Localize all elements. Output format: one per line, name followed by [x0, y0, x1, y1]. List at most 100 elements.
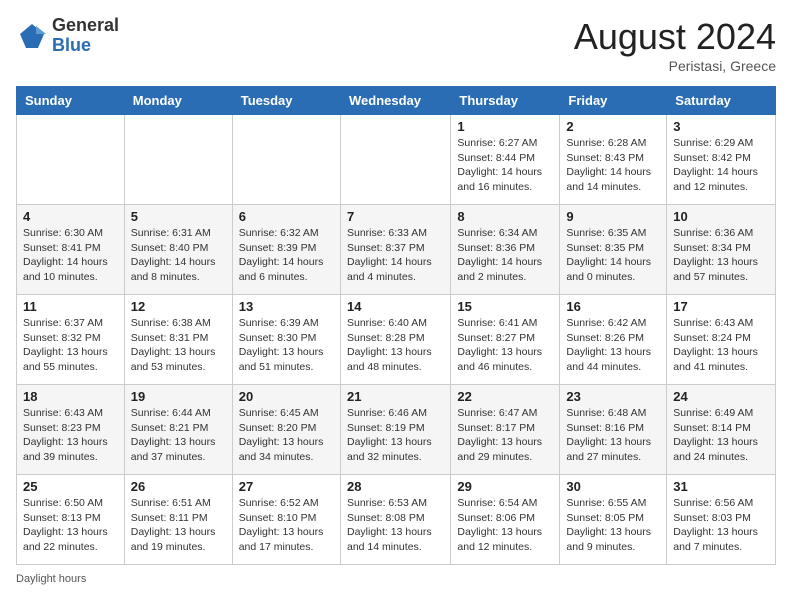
day-info: Sunrise: 6:39 AM Sunset: 8:30 PM Dayligh…: [239, 316, 334, 375]
calendar-cell: 5 Sunrise: 6:31 AM Sunset: 8:40 PM Daylig…: [124, 205, 232, 295]
day-info: Sunrise: 6:41 AM Sunset: 8:27 PM Dayligh…: [457, 316, 553, 375]
calendar-cell: [232, 115, 340, 205]
logo-blue-text: Blue: [52, 36, 119, 56]
day-number: 18: [23, 389, 118, 404]
calendar-day-header: Thursday: [451, 87, 560, 115]
day-number: 10: [673, 209, 769, 224]
logo: General Blue: [16, 16, 119, 56]
day-info: Sunrise: 6:37 AM Sunset: 8:32 PM Dayligh…: [23, 316, 118, 375]
day-number: 15: [457, 299, 553, 314]
calendar-cell: 11Sunrise: 6:37 AM Sunset: 8:32 PM Dayli…: [17, 295, 125, 385]
calendar-cell: 13Sunrise: 6:39 AM Sunset: 8:30 PM Dayli…: [232, 295, 340, 385]
day-info: Sunrise: 6:49 AM Sunset: 8:14 PM Dayligh…: [673, 406, 769, 465]
day-info: Sunrise: 6:31 AM Sunset: 8:40 PM Dayligh…: [131, 226, 226, 285]
day-info: Sunrise: 6:46 AM Sunset: 8:19 PM Dayligh…: [347, 406, 444, 465]
calendar-day-header: Wednesday: [340, 87, 450, 115]
footer-note: Daylight hours: [16, 573, 776, 585]
day-info: Sunrise: 6:38 AM Sunset: 8:31 PM Dayligh…: [131, 316, 226, 375]
day-number: 27: [239, 479, 334, 494]
calendar-cell: 14 Sunrise: 6:40 AM Sunset: 8:28 PM Dayli…: [340, 295, 450, 385]
calendar-cell: 10 Sunrise: 6:36 AM Sunset: 8:34 PM Dayli…: [667, 205, 776, 295]
calendar-cell: 26 Sunrise: 6:51 AM Sunset: 8:11 PM Dayli…: [124, 475, 232, 565]
calendar-cell: 15 Sunrise: 6:41 AM Sunset: 8:27 PM Dayli…: [451, 295, 560, 385]
calendar-cell: 16Sunrise: 6:42 AM Sunset: 8:26 PM Dayli…: [560, 295, 667, 385]
day-number: 2: [566, 119, 660, 134]
calendar-day-header: Sunday: [17, 87, 125, 115]
calendar-week-row: 1 Sunrise: 6:27 AM Sunset: 8:44 PM Daylig…: [17, 115, 776, 205]
day-number: 6: [239, 209, 334, 224]
logo-icon: [16, 20, 48, 52]
calendar-cell: 1 Sunrise: 6:27 AM Sunset: 8:44 PM Daylig…: [451, 115, 560, 205]
day-info: Sunrise: 6:29 AM Sunset: 8:42 PM Dayligh…: [673, 136, 769, 195]
day-info: Sunrise: 6:51 AM Sunset: 8:11 PM Dayligh…: [131, 496, 226, 555]
calendar-cell: 7 Sunrise: 6:33 AM Sunset: 8:37 PM Daylig…: [340, 205, 450, 295]
day-info: Sunrise: 6:52 AM Sunset: 8:10 PM Dayligh…: [239, 496, 334, 555]
day-number: 30: [566, 479, 660, 494]
month-year-title: August 2024: [574, 16, 776, 58]
day-number: 22: [457, 389, 553, 404]
calendar-header-row: SundayMondayTuesdayWednesdayThursdayFrid…: [17, 87, 776, 115]
calendar-cell: 4 Sunrise: 6:30 AM Sunset: 8:41 PM Daylig…: [17, 205, 125, 295]
day-info: Sunrise: 6:33 AM Sunset: 8:37 PM Dayligh…: [347, 226, 444, 285]
calendar-week-row: 4 Sunrise: 6:30 AM Sunset: 8:41 PM Daylig…: [17, 205, 776, 295]
calendar-week-row: 25Sunrise: 6:50 AM Sunset: 8:13 PM Dayli…: [17, 475, 776, 565]
day-info: Sunrise: 6:55 AM Sunset: 8:05 PM Dayligh…: [566, 496, 660, 555]
calendar-day-header: Saturday: [667, 87, 776, 115]
day-number: 24: [673, 389, 769, 404]
day-number: 29: [457, 479, 553, 494]
day-number: 23: [566, 389, 660, 404]
calendar-cell: 27 Sunrise: 6:52 AM Sunset: 8:10 PM Dayli…: [232, 475, 340, 565]
calendar-cell: 30 Sunrise: 6:55 AM Sunset: 8:05 PM Dayli…: [560, 475, 667, 565]
day-info: Sunrise: 6:27 AM Sunset: 8:44 PM Dayligh…: [457, 136, 553, 195]
day-info: Sunrise: 6:45 AM Sunset: 8:20 PM Dayligh…: [239, 406, 334, 465]
page-header: General Blue August 2024 Peristasi, Gree…: [16, 16, 776, 74]
day-info: Sunrise: 6:28 AM Sunset: 8:43 PM Dayligh…: [566, 136, 660, 195]
day-number: 7: [347, 209, 444, 224]
day-number: 25: [23, 479, 118, 494]
day-info: Sunrise: 6:43 AM Sunset: 8:24 PM Dayligh…: [673, 316, 769, 375]
calendar-cell: 8 Sunrise: 6:34 AM Sunset: 8:36 PM Daylig…: [451, 205, 560, 295]
calendar-cell: 21Sunrise: 6:46 AM Sunset: 8:19 PM Dayli…: [340, 385, 450, 475]
calendar-week-row: 11Sunrise: 6:37 AM Sunset: 8:32 PM Dayli…: [17, 295, 776, 385]
day-number: 14: [347, 299, 444, 314]
calendar-cell: 2 Sunrise: 6:28 AM Sunset: 8:43 PM Daylig…: [560, 115, 667, 205]
calendar-cell: 29 Sunrise: 6:54 AM Sunset: 8:06 PM Dayli…: [451, 475, 560, 565]
day-info: Sunrise: 6:34 AM Sunset: 8:36 PM Dayligh…: [457, 226, 553, 285]
day-info: Sunrise: 6:40 AM Sunset: 8:28 PM Dayligh…: [347, 316, 444, 375]
day-number: 26: [131, 479, 226, 494]
day-info: Sunrise: 6:54 AM Sunset: 8:06 PM Dayligh…: [457, 496, 553, 555]
calendar-week-row: 18 Sunrise: 6:43 AM Sunset: 8:23 PM Dayli…: [17, 385, 776, 475]
calendar-cell: 31Sunrise: 6:56 AM Sunset: 8:03 PM Dayli…: [667, 475, 776, 565]
day-info: Sunrise: 6:53 AM Sunset: 8:08 PM Dayligh…: [347, 496, 444, 555]
calendar-cell: [340, 115, 450, 205]
calendar-cell: 12Sunrise: 6:38 AM Sunset: 8:31 PM Dayli…: [124, 295, 232, 385]
location-text: Peristasi, Greece: [574, 58, 776, 74]
day-number: 17: [673, 299, 769, 314]
title-area: August 2024 Peristasi, Greece: [574, 16, 776, 74]
day-info: Sunrise: 6:43 AM Sunset: 8:23 PM Dayligh…: [23, 406, 118, 465]
day-number: 8: [457, 209, 553, 224]
day-info: Sunrise: 6:36 AM Sunset: 8:34 PM Dayligh…: [673, 226, 769, 285]
calendar-cell: 6 Sunrise: 6:32 AM Sunset: 8:39 PM Daylig…: [232, 205, 340, 295]
day-info: Sunrise: 6:30 AM Sunset: 8:41 PM Dayligh…: [23, 226, 118, 285]
day-info: Sunrise: 6:47 AM Sunset: 8:17 PM Dayligh…: [457, 406, 553, 465]
day-info: Sunrise: 6:32 AM Sunset: 8:39 PM Dayligh…: [239, 226, 334, 285]
calendar-day-header: Friday: [560, 87, 667, 115]
day-number: 19: [131, 389, 226, 404]
calendar-cell: [124, 115, 232, 205]
day-info: Sunrise: 6:48 AM Sunset: 8:16 PM Dayligh…: [566, 406, 660, 465]
day-number: 4: [23, 209, 118, 224]
calendar-cell: 9Sunrise: 6:35 AM Sunset: 8:35 PM Daylig…: [560, 205, 667, 295]
logo-general-text: General: [52, 16, 119, 36]
calendar-cell: 19Sunrise: 6:44 AM Sunset: 8:21 PM Dayli…: [124, 385, 232, 475]
day-number: 1: [457, 119, 553, 134]
calendar-cell: 3Sunrise: 6:29 AM Sunset: 8:42 PM Daylig…: [667, 115, 776, 205]
day-number: 16: [566, 299, 660, 314]
calendar-cell: 18 Sunrise: 6:43 AM Sunset: 8:23 PM Dayli…: [17, 385, 125, 475]
day-number: 5: [131, 209, 226, 224]
calendar-cell: 23 Sunrise: 6:48 AM Sunset: 8:16 PM Dayli…: [560, 385, 667, 475]
calendar-day-header: Monday: [124, 87, 232, 115]
calendar-cell: 17 Sunrise: 6:43 AM Sunset: 8:24 PM Dayli…: [667, 295, 776, 385]
calendar-cell: 25Sunrise: 6:50 AM Sunset: 8:13 PM Dayli…: [17, 475, 125, 565]
day-info: Sunrise: 6:35 AM Sunset: 8:35 PM Dayligh…: [566, 226, 660, 285]
